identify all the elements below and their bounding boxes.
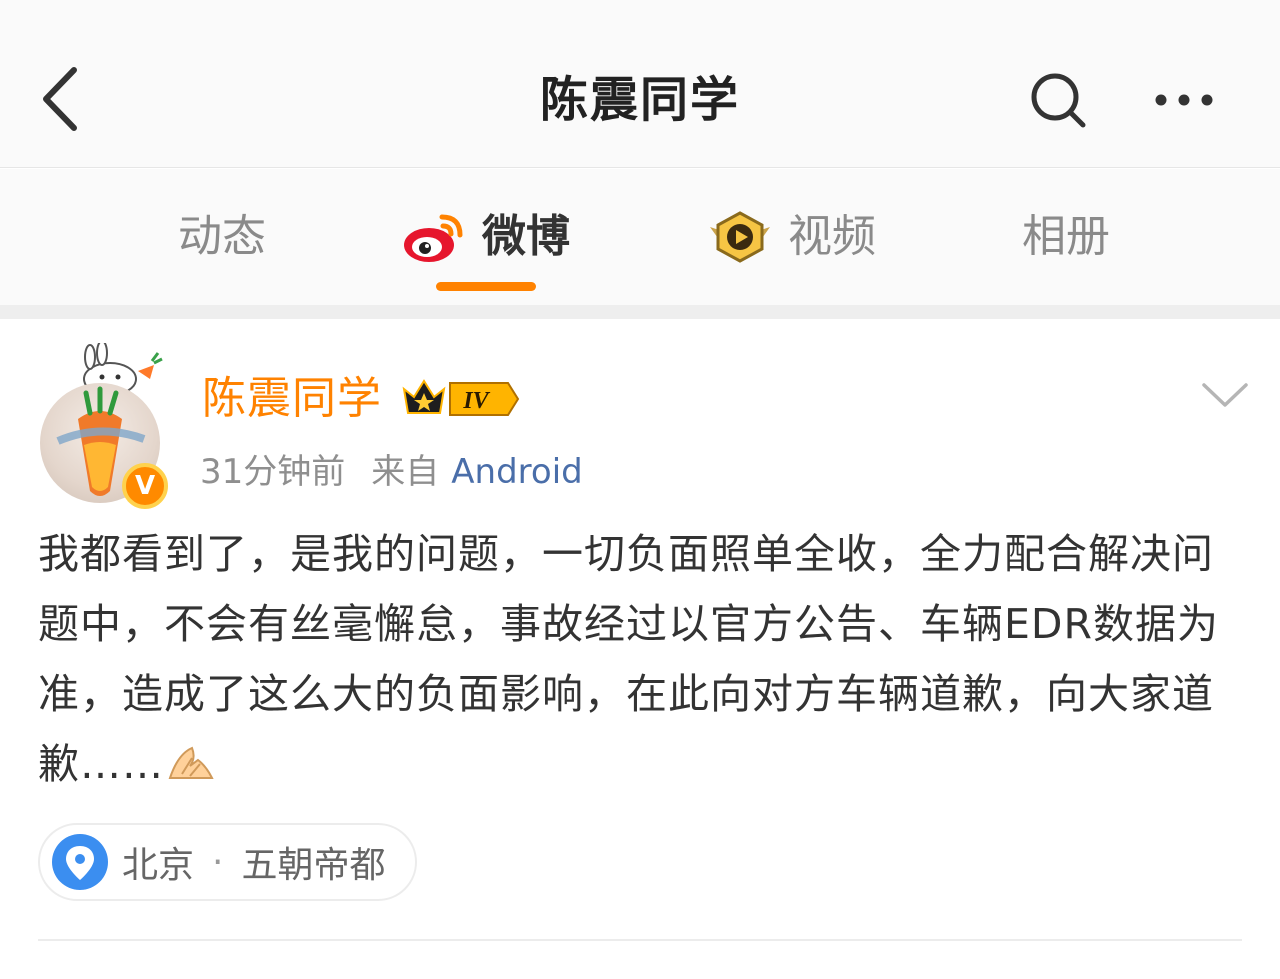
tab-video-label: 视频 (788, 211, 876, 262)
post-source-app[interactable]: Android (451, 452, 582, 492)
tab-album-label: 相册 (1022, 211, 1110, 262)
section-divider (0, 305, 1280, 319)
location-city: 北京 (122, 845, 195, 886)
video-play-badge-icon (708, 209, 772, 265)
tab-activity-label: 动态 (178, 211, 266, 262)
post-footer-divider (38, 939, 1242, 941)
active-tab-indicator (436, 282, 536, 291)
search-icon[interactable] (1028, 70, 1088, 130)
chevron-down-icon[interactable] (1200, 379, 1250, 413)
post-body: 我都看到了，是我的问题，一切负面照单全收，全力配合解决问题中，不会有丝毫懈怠，事… (38, 519, 1248, 799)
tab-weibo[interactable]: 微博 (402, 205, 570, 269)
location-area: 五朝帝都 (241, 845, 386, 886)
tab-video[interactable]: 视频 (708, 205, 876, 269)
tab-activity[interactable]: 动态 (178, 205, 266, 269)
tab-album[interactable]: 相册 (1022, 205, 1110, 269)
post-author-name[interactable]: 陈震同学 (202, 371, 382, 427)
top-navigation-bar: 陈震同学 (0, 0, 1280, 168)
post-text: 我都看到了，是我的问题，一切负面照单全收，全力配合解决问题中，不会有丝毫懈怠，事… (38, 530, 1219, 788)
post-meta: 31分钟前 来自 Android (200, 449, 583, 495)
post-time: 31分钟前 (200, 452, 346, 492)
page-title: 陈震同学 (539, 72, 740, 128)
weibo-post-card: V 陈震同学 IV 31分钟前 来自 Android 我都看到了，是我的问题，一切负… (0, 319, 1280, 979)
avatar[interactable]: V (40, 343, 170, 509)
verified-badge-icon: V (122, 463, 168, 509)
location-tag[interactable]: 北京 · 五朝帝都 (38, 823, 418, 901)
tab-weibo-label: 微博 (482, 211, 570, 262)
profile-tab-bar: 动态 微博 视频 相册 (0, 169, 1280, 305)
vip-level-badge[interactable]: IV (400, 375, 520, 423)
location-separator: · (212, 841, 224, 883)
post-source-label: 来自 (371, 452, 440, 492)
folded-hands-emoji-icon (168, 733, 214, 779)
more-options-icon[interactable] (1150, 80, 1220, 120)
weibo-logo-icon (402, 209, 466, 265)
location-pin-icon (52, 834, 108, 890)
vip-level-text: IV (462, 388, 490, 414)
